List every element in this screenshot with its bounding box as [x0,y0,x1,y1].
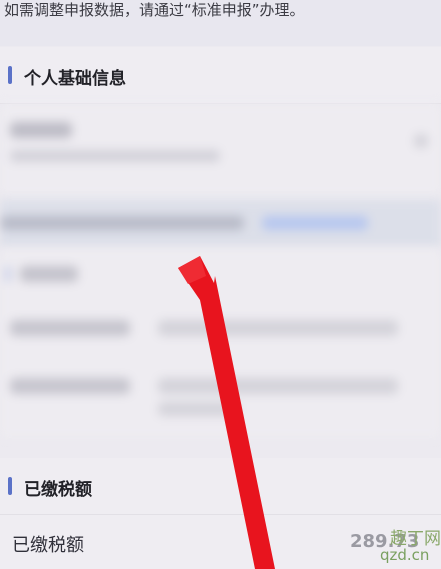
blurred-banner-text [0,216,244,230]
blurred-field-label-2 [10,378,130,394]
blurred-id [10,150,220,162]
section-header-paid-tax: 已缴税额 [0,458,441,515]
notice-text: 如需调整申报数据，请通过“标准申报”办理。 [4,1,305,19]
blurred-banner-link[interactable] [262,216,368,230]
personal-info-card[interactable] [0,104,441,196]
top-notice: 如需调整申报数据，请通过“标准申报”办理。 [0,0,441,46]
paid-tax-row[interactable]: 已缴税额 289.73 [0,515,441,569]
blurred-field-value-2[interactable] [158,378,398,394]
paid-tax-label: 已缴税额 [12,535,84,556]
section-title-personal-info: 个人基础信息 [24,69,126,89]
blurred-field-label-1 [10,320,130,336]
blurred-sub-bar [6,266,10,282]
blurred-sub-title [20,266,78,282]
watermark-line2: qzd.cn [380,546,430,564]
watermark-logo: 趣丁网 qzd.cn [380,524,441,568]
section-accent-bar [8,477,12,495]
section-accent-bar [8,66,12,84]
blurred-field-value-2b [158,402,238,416]
employment-info-area [0,248,441,438]
chevron-right-icon[interactable] [414,134,428,148]
section-header-personal-info: 个人基础信息 [0,47,441,104]
section-title-paid-tax: 已缴税额 [24,480,92,500]
blurred-name [10,122,72,138]
blurred-field-value-1[interactable] [158,320,398,336]
info-banner [0,200,441,248]
